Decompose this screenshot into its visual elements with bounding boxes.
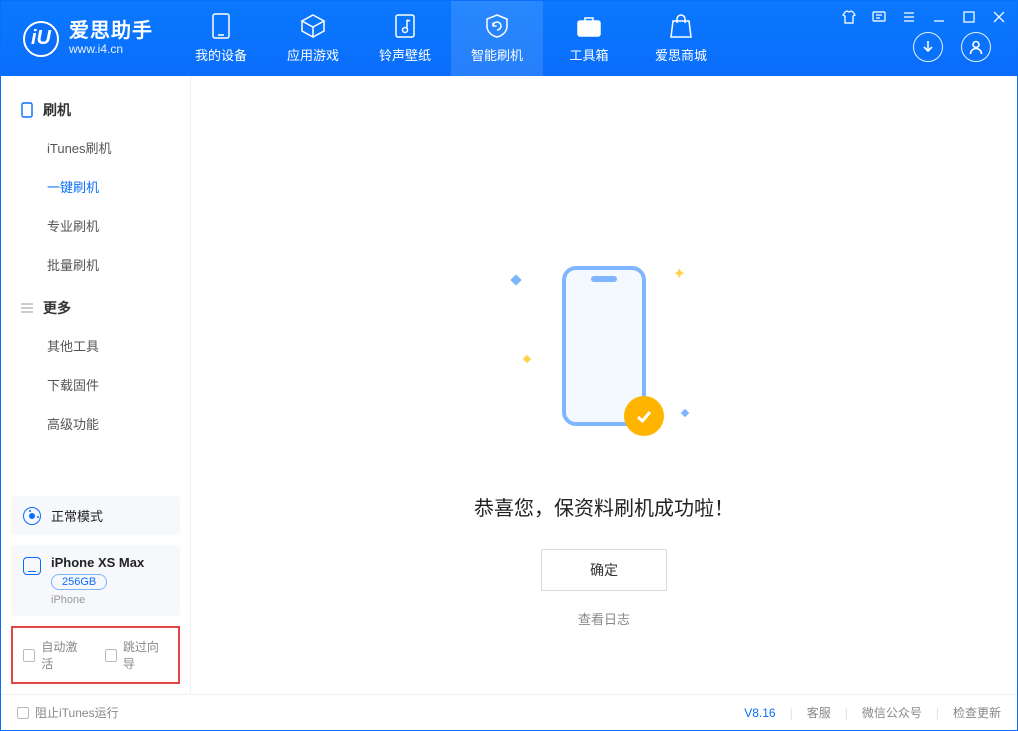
tab-label: 爱思商城 <box>655 45 707 64</box>
app-name: 爱思助手 <box>69 20 153 43</box>
checkbox-label: 自动激活 <box>41 638 86 672</box>
checkbox-block-itunes[interactable]: 阻止iTunes运行 <box>17 704 119 721</box>
tab-apps-games[interactable]: 应用游戏 <box>267 1 359 76</box>
sidebar-item-oneclick-flash[interactable]: 一键刷机 <box>1 167 190 206</box>
tab-smart-flash[interactable]: 智能刷机 <box>451 1 543 76</box>
statusbar: 阻止iTunes运行 V8.16 | 客服 | 微信公众号 | 检查更新 <box>1 694 1017 730</box>
success-check-icon <box>624 396 664 436</box>
logo: iU 爱思助手 www.i4.cn <box>1 1 175 76</box>
phone-icon <box>208 13 234 39</box>
main-panel: ✦ 恭喜您，保资料刷机成功啦！ 确定 查看日志 <box>191 76 1017 694</box>
mode-card[interactable]: 正常模式 <box>11 496 180 535</box>
support-link[interactable]: 客服 <box>807 704 831 721</box>
device-capacity: 256GB <box>51 574 107 590</box>
tab-label: 工具箱 <box>569 45 608 64</box>
mode-icon <box>23 507 41 525</box>
sparkle-icon: ✦ <box>673 264 686 284</box>
minimize-button[interactable] <box>931 9 947 25</box>
sidebar-item-advanced[interactable]: 高级功能 <box>1 404 190 443</box>
sparkle-icon <box>510 274 521 285</box>
tab-my-device[interactable]: 我的设备 <box>175 1 267 76</box>
options-highlight-box: 自动激活 跳过向导 <box>11 626 180 684</box>
toolbox-icon <box>576 13 602 39</box>
wechat-link[interactable]: 微信公众号 <box>862 704 922 721</box>
tab-store[interactable]: 爱思商城 <box>635 1 727 76</box>
window-controls <box>841 1 1017 25</box>
tab-label: 铃声壁纸 <box>379 45 431 64</box>
checkbox-icon <box>105 649 117 662</box>
sidebar-section-more: 更多 <box>1 290 190 326</box>
checkbox-icon <box>23 649 35 662</box>
list-small-icon <box>19 300 35 316</box>
tab-label: 我的设备 <box>195 45 247 64</box>
sidebar-section-label: 更多 <box>43 298 71 318</box>
app-window: iU 爱思助手 www.i4.cn 我的设备 应用游戏 铃声壁纸 智能刷机 <box>0 0 1018 731</box>
tab-ringtone-wallpaper[interactable]: 铃声壁纸 <box>359 1 451 76</box>
sidebar-item-download-firmware[interactable]: 下载固件 <box>1 365 190 404</box>
title-right-actions <box>913 32 1017 62</box>
success-message: 恭喜您，保资料刷机成功啦！ <box>474 492 734 521</box>
sparkle-icon <box>681 409 689 417</box>
main-tabs: 我的设备 应用游戏 铃声壁纸 智能刷机 工具箱 爱思商城 <box>175 1 727 76</box>
menu-icon[interactable] <box>901 9 917 25</box>
ok-button[interactable]: 确定 <box>541 549 667 591</box>
version-label: V8.16 <box>744 706 775 720</box>
sidebar: 刷机 iTunes刷机 一键刷机 专业刷机 批量刷机 更多 其他工具 下载固件 … <box>1 76 191 694</box>
tab-label: 应用游戏 <box>287 45 339 64</box>
device-card[interactable]: iPhone XS Max 256GB iPhone <box>11 545 180 616</box>
sidebar-item-itunes-flash[interactable]: iTunes刷机 <box>1 128 190 167</box>
close-button[interactable] <box>991 9 1007 25</box>
sidebar-item-batch-flash[interactable]: 批量刷机 <box>1 245 190 284</box>
bag-icon <box>668 13 694 39</box>
feedback-icon[interactable] <box>871 9 887 25</box>
tab-label: 智能刷机 <box>471 45 523 64</box>
music-note-icon <box>392 13 418 39</box>
checkbox-icon <box>17 707 29 719</box>
tab-toolbox[interactable]: 工具箱 <box>543 1 635 76</box>
checkbox-label: 跳过向导 <box>123 638 168 672</box>
logo-text: 爱思助手 www.i4.cn <box>69 20 153 57</box>
device-name: iPhone XS Max <box>51 555 144 570</box>
checkbox-skip-guide[interactable]: 跳过向导 <box>105 638 169 672</box>
mode-label: 正常模式 <box>51 506 103 525</box>
maximize-button[interactable] <box>961 9 977 25</box>
success-illustration: ✦ <box>484 236 724 456</box>
sidebar-item-pro-flash[interactable]: 专业刷机 <box>1 206 190 245</box>
device-small-icon <box>19 102 35 118</box>
content-body: 刷机 iTunes刷机 一键刷机 专业刷机 批量刷机 更多 其他工具 下载固件 … <box>1 76 1017 694</box>
check-update-link[interactable]: 检查更新 <box>953 704 1001 721</box>
logo-icon: iU <box>23 21 59 57</box>
download-button[interactable] <box>913 32 943 62</box>
device-type: iPhone <box>51 594 144 606</box>
refresh-shield-icon <box>484 13 510 39</box>
account-button[interactable] <box>961 32 991 62</box>
sidebar-section-label: 刷机 <box>43 100 71 120</box>
titlebar: iU 爱思助手 www.i4.cn 我的设备 应用游戏 铃声壁纸 智能刷机 <box>1 1 1017 76</box>
sidebar-item-other-tools[interactable]: 其他工具 <box>1 326 190 365</box>
skin-icon[interactable] <box>841 9 857 25</box>
view-log-link[interactable]: 查看日志 <box>578 609 630 628</box>
sidebar-section-flash: 刷机 <box>1 92 190 128</box>
checkbox-label: 阻止iTunes运行 <box>35 704 119 721</box>
app-site: www.i4.cn <box>69 43 153 57</box>
checkbox-auto-activate[interactable]: 自动激活 <box>23 638 87 672</box>
phone-small-icon <box>23 557 41 575</box>
sparkle-icon <box>523 355 531 363</box>
cube-icon <box>300 13 326 39</box>
